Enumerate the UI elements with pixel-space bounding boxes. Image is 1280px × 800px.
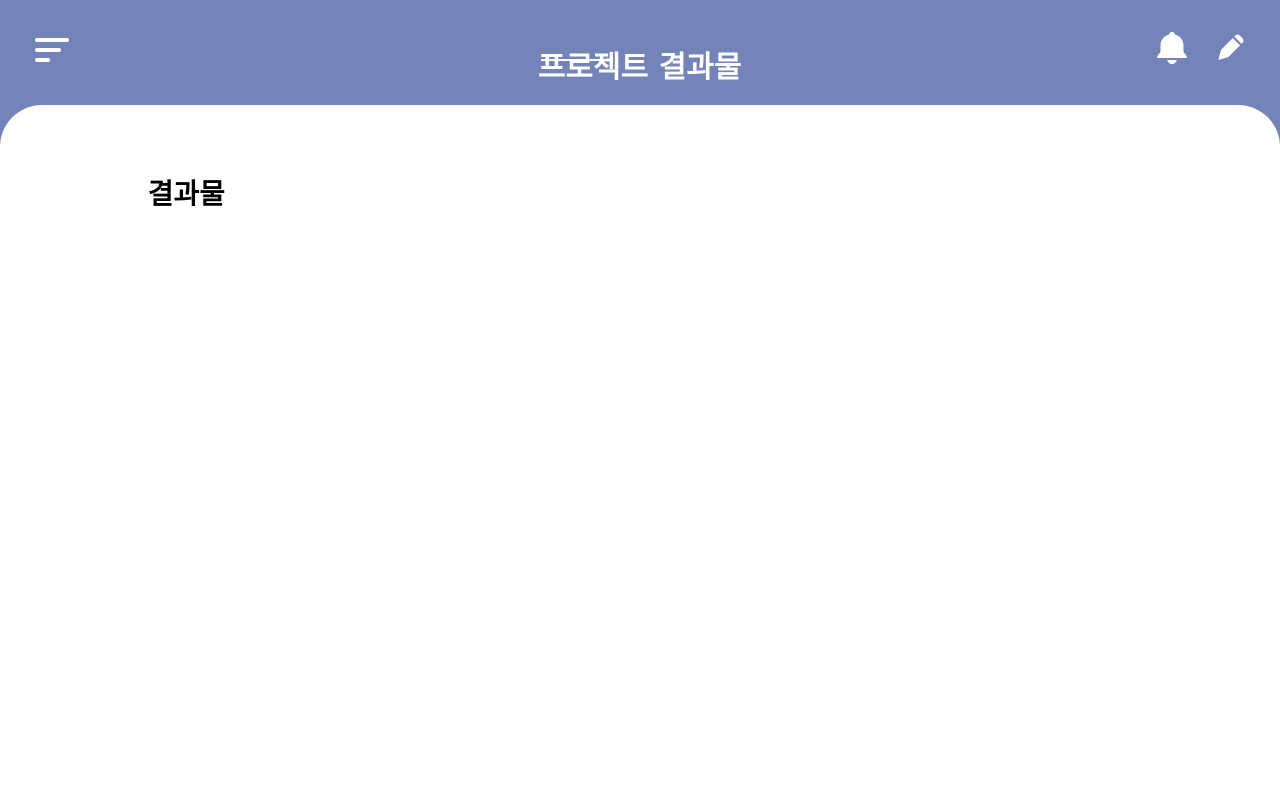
title-underline — [541, 59, 609, 61]
pencil-icon — [1213, 31, 1247, 69]
edit-button[interactable] — [1210, 30, 1250, 70]
bell-icon — [1155, 30, 1189, 70]
top-app-bar: 프로젝트 결과물 — [0, 0, 1280, 105]
notifications-button[interactable] — [1153, 30, 1191, 70]
app-window: 프로젝트 결과물 결과물 — [0, 0, 1280, 800]
main-content: 결과물 — [0, 105, 1280, 800]
page-title: 프로젝트 결과물 — [538, 50, 742, 86]
section-title: 결과물 — [148, 177, 226, 210]
